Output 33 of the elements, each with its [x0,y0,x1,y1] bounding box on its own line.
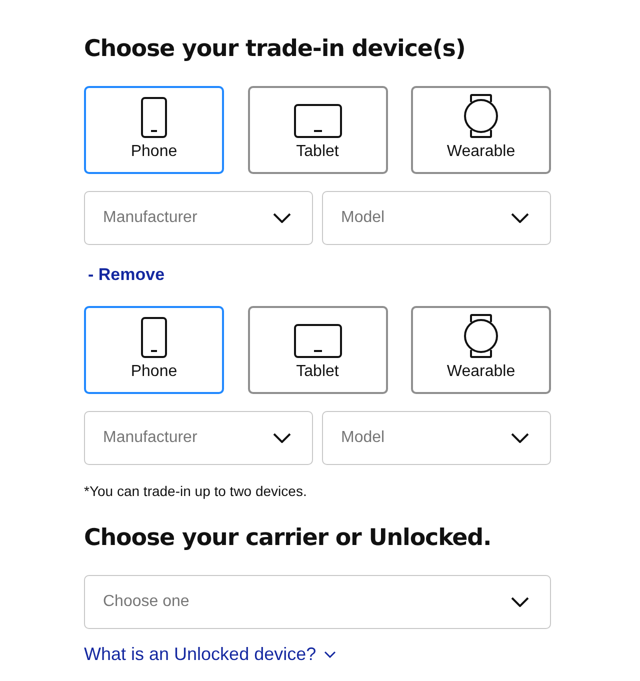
chevron-down-icon [511,213,529,223]
remove-link[interactable]: - Remove [88,264,165,286]
unlocked-info-link[interactable]: What is an Unlocked device? [84,643,336,665]
chevron-down-icon [273,433,291,443]
tablet-icon [294,324,342,358]
section-heading: Choose your trade-in device(s) [84,35,466,64]
dropdown-field[interactable]: Manufacturer [84,411,313,465]
dropdown-field[interactable]: Manufacturer [84,191,313,245]
dropdown-placeholder: Choose one [103,593,190,611]
dropdown-field[interactable]: Model [322,411,551,465]
device-type-option[interactable]: Tablet [248,86,388,174]
device-type-option[interactable]: Phone [84,86,224,174]
section-heading: Choose your carrier or Unlocked. [84,524,492,553]
device-type-option[interactable]: Tablet [248,306,388,394]
phone-icon [141,317,167,358]
tablet-icon [294,104,342,138]
chevron-down-icon [324,650,336,658]
chevron-down-icon [273,213,291,223]
trade-in-note: *You can trade-in up to two devices. [84,482,307,500]
dropdown-placeholder: Manufacturer [103,209,198,227]
device-type-option[interactable]: Phone [84,306,224,394]
dropdown-field[interactable]: Model [322,191,551,245]
chevron-down-icon [511,433,529,443]
phone-icon [141,97,167,138]
dropdown-placeholder: Manufacturer [103,429,198,447]
watch-icon [463,314,499,358]
device-type-option[interactable]: Wearable [411,86,551,174]
carrier-dropdown[interactable]: Choose one [84,575,551,629]
chevron-down-icon [511,597,529,607]
dropdown-placeholder: Model [341,429,385,447]
dropdown-placeholder: Model [341,209,385,227]
device-type-option[interactable]: Wearable [411,306,551,394]
watch-icon [463,94,499,138]
